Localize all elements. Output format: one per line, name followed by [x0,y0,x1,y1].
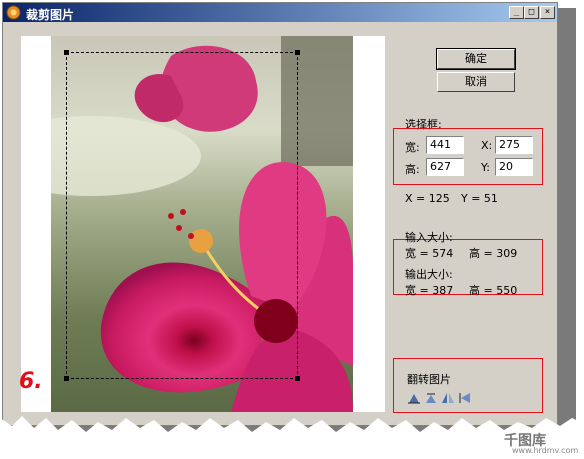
flip-horizontal-icon[interactable] [441,391,455,405]
flip-up-icon[interactable] [424,391,438,405]
output-height: 高 = 550 [469,284,518,297]
flip-left-icon[interactable] [458,391,472,405]
height-label: 高: [405,163,420,176]
watermark-url: www.hrdmv.com [512,446,579,455]
input-height: 高 = 309 [469,247,518,260]
cursor-x-readout: X = 125 [405,192,450,205]
close-button[interactable]: × [540,6,555,19]
input-width: 宽 = 574 [405,247,454,260]
flip-heading: 翻转图片 [407,373,451,386]
crop-selection-box[interactable] [64,50,300,381]
x-label: X: [481,139,493,152]
maximize-button[interactable]: □ [524,6,539,19]
crop-dialog: 裁剪图片 _ □ × 6. 确定 取消 选择框: 宽: 441 X: 275 高… [2,2,558,426]
window-title: 裁剪图片 [26,8,75,22]
flip-vertical-icon[interactable] [407,391,421,405]
app-icon [6,5,21,20]
crop-handle[interactable] [64,376,69,381]
height-field[interactable]: 627 [426,158,464,176]
cancel-button[interactable]: 取消 [437,72,515,92]
crop-handle[interactable] [64,50,69,55]
crop-handle[interactable] [295,376,300,381]
cursor-y-readout: Y = 51 [461,192,498,205]
step-annotation: 6. [19,369,43,394]
input-size-heading: 输入大小: [405,231,453,244]
ok-button[interactable]: 确定 [436,48,516,70]
output-width: 宽 = 387 [405,284,454,297]
width-label: 宽: [405,141,420,154]
y-label: Y: [481,161,490,174]
y-field[interactable]: 20 [495,158,533,176]
crop-handle[interactable] [295,50,300,55]
width-field[interactable]: 441 [426,136,464,154]
torn-edge [0,416,584,459]
x-field[interactable]: 275 [495,136,533,154]
title-bar: 裁剪图片 _ □ × [3,3,557,22]
image-preview [21,36,385,412]
output-size-heading: 输出大小: [405,268,453,281]
minimize-button[interactable]: _ [509,6,524,19]
